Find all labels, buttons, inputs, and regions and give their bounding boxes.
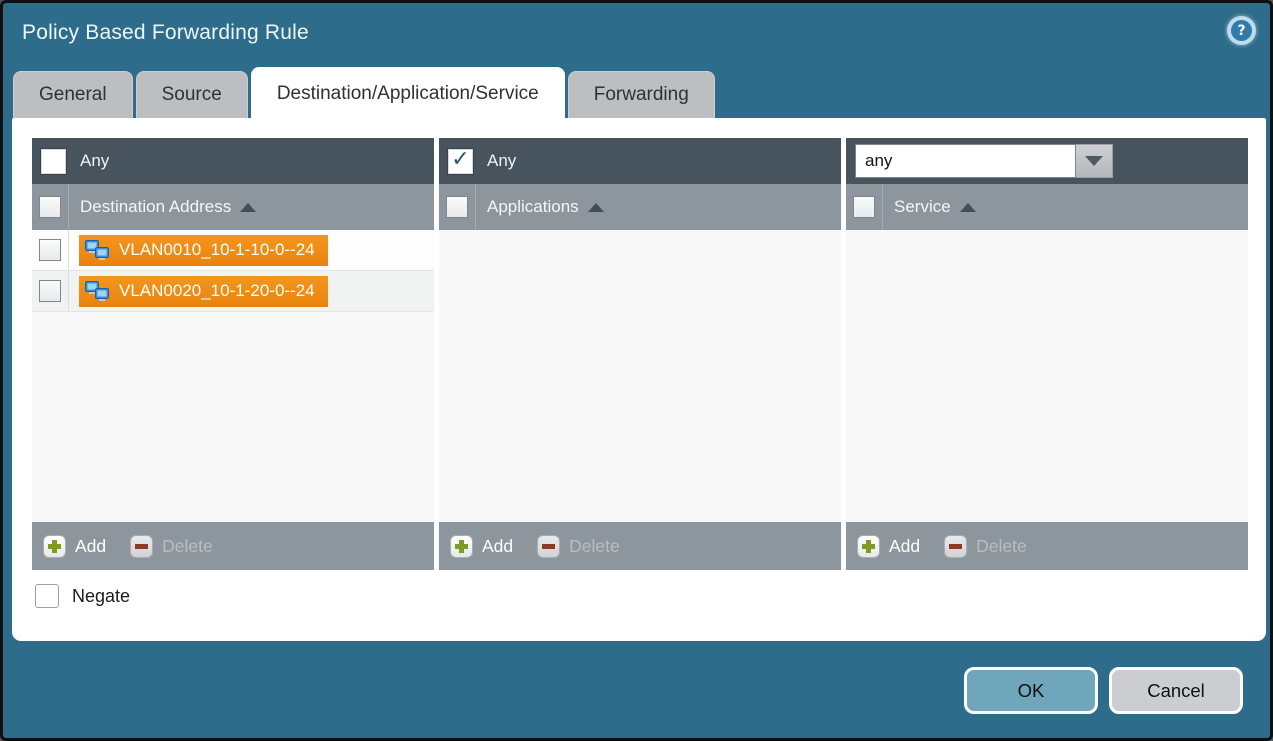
applications-column: Any Applications xyxy=(439,138,841,570)
service-add-button[interactable]: Add xyxy=(857,535,920,558)
negate-option: Negate xyxy=(35,584,130,608)
row-checkbox[interactable] xyxy=(39,239,61,261)
delete-icon xyxy=(130,535,153,558)
destination-address-list: VLAN0010_10-1-10-0--24 xyxy=(32,230,434,522)
tab-source[interactable]: Source xyxy=(136,71,248,118)
service-column: any Service xyxy=(846,138,1248,570)
service-type-dropdown-button[interactable] xyxy=(1076,144,1113,178)
destination-sort-header[interactable]: Destination Address xyxy=(69,197,256,217)
applications-add-button[interactable]: Add xyxy=(450,535,513,558)
applications-delete-button[interactable]: Delete xyxy=(537,535,620,558)
address-object-label: VLAN0010_10-1-10-0--24 xyxy=(119,240,315,260)
network-address-icon xyxy=(84,239,111,262)
service-delete-button[interactable]: Delete xyxy=(944,535,1027,558)
applications-list xyxy=(439,230,841,522)
add-icon xyxy=(857,535,880,558)
destination-actions-bar: Add Delete xyxy=(32,522,434,570)
applications-any-bar: Any xyxy=(439,138,841,184)
destination-address-row[interactable]: VLAN0020_10-1-20-0--24 xyxy=(32,271,434,312)
add-icon xyxy=(43,535,66,558)
destination-select-all-checkbox[interactable] xyxy=(39,196,61,218)
applications-any-label: Any xyxy=(487,151,516,171)
pbf-rule-dialog: Policy Based Forwarding Rule ? General S… xyxy=(0,0,1273,741)
tab-content-panel: Any Destination Address xyxy=(12,118,1266,641)
cancel-button[interactable]: Cancel xyxy=(1109,667,1243,714)
service-sort-header[interactable]: Service xyxy=(883,197,976,217)
service-selector-bar: any xyxy=(846,138,1248,184)
service-type-value[interactable]: any xyxy=(855,144,1076,178)
applications-select-all-checkbox[interactable] xyxy=(446,196,468,218)
network-address-icon xyxy=(84,280,111,303)
row-checkbox[interactable] xyxy=(39,280,61,302)
sort-ascending-icon xyxy=(240,203,256,212)
service-actions-bar: Add Delete xyxy=(846,522,1248,570)
dialog-footer-buttons: OK Cancel xyxy=(964,667,1243,714)
address-object-chip: VLAN0010_10-1-10-0--24 xyxy=(79,235,328,266)
applications-column-header: Applications xyxy=(439,184,841,230)
applications-sort-header[interactable]: Applications xyxy=(476,197,604,217)
chevron-down-icon xyxy=(1085,156,1103,166)
destination-add-button[interactable]: Add xyxy=(43,535,106,558)
applications-any-checkbox[interactable] xyxy=(448,149,473,174)
destination-any-label: Any xyxy=(80,151,109,171)
sort-ascending-icon xyxy=(588,203,604,212)
ok-button[interactable]: OK xyxy=(964,667,1098,714)
add-icon xyxy=(450,535,473,558)
destination-any-bar: Any xyxy=(32,138,434,184)
service-list xyxy=(846,230,1248,522)
tab-general[interactable]: General xyxy=(13,71,133,118)
service-select-all-checkbox[interactable] xyxy=(853,196,875,218)
tab-forwarding[interactable]: Forwarding xyxy=(568,71,715,118)
tab-destination-application-service[interactable]: Destination/Application/Service xyxy=(251,67,565,118)
address-object-label: VLAN0020_10-1-20-0--24 xyxy=(119,281,315,301)
negate-checkbox[interactable] xyxy=(35,584,59,608)
delete-icon xyxy=(944,535,967,558)
help-icon[interactable]: ? xyxy=(1227,16,1256,45)
sort-ascending-icon xyxy=(960,203,976,212)
negate-label: Negate xyxy=(72,586,130,607)
destination-address-column: Any Destination Address xyxy=(32,138,434,570)
destination-column-header: Destination Address xyxy=(32,184,434,230)
destination-address-row[interactable]: VLAN0010_10-1-10-0--24 xyxy=(32,230,434,271)
tab-bar: General Source Destination/Application/S… xyxy=(13,67,715,118)
destination-any-checkbox[interactable] xyxy=(41,149,66,174)
applications-actions-bar: Add Delete xyxy=(439,522,841,570)
address-object-chip: VLAN0020_10-1-20-0--24 xyxy=(79,276,328,307)
service-type-dropdown: any xyxy=(855,144,1113,178)
dialog-title: Policy Based Forwarding Rule xyxy=(22,21,309,45)
delete-icon xyxy=(537,535,560,558)
destination-delete-button[interactable]: Delete xyxy=(130,535,213,558)
service-column-header: Service xyxy=(846,184,1248,230)
